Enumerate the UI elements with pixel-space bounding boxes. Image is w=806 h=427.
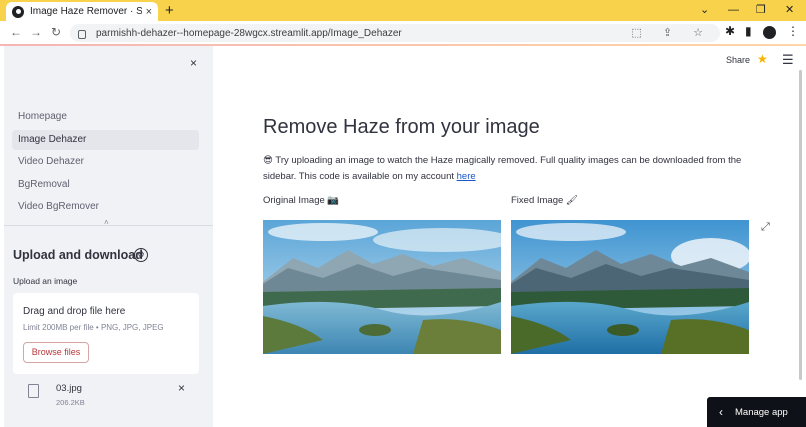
description-text: Try uploading an image to watch the Haze… <box>263 155 742 182</box>
account-link[interactable]: here <box>457 171 476 182</box>
star-icon[interactable]: ★ <box>757 52 768 66</box>
sidebar-item-homepage[interactable]: Homepage <box>12 107 199 127</box>
original-image-caption: Original Image 📷 <box>263 195 340 206</box>
tab-title: Image Haze Remover · Streamlit <box>30 6 142 17</box>
original-image <box>263 220 501 354</box>
uploaded-file-size: 206.2KB <box>56 398 85 407</box>
forward-button[interactable]: → <box>28 24 44 41</box>
sunglasses-emoji: 😎 <box>263 155 273 166</box>
tab-search-icon[interactable]: ⌄ <box>700 2 709 19</box>
app-menu-icon[interactable]: ☰ <box>782 52 794 68</box>
side-panel-icon[interactable]: ▮ <box>745 24 752 38</box>
file-icon <box>28 384 39 398</box>
sidebar-close-icon[interactable]: × <box>190 56 197 70</box>
page-description: 😎 Try uploading an image to watch the Ha… <box>263 153 753 185</box>
gear-icon: ⚙ <box>134 248 148 262</box>
main-content: Share ★ ☰ Remove Haze from your image 😎 … <box>213 46 806 427</box>
sidebar: × Homepage Image Dehazer Video Dehazer B… <box>4 46 213 427</box>
streamlit-favicon-icon <box>12 5 24 18</box>
sidebar-item-video-bgremover[interactable]: Video BgRemover <box>12 197 199 217</box>
browser-window: Image Haze Remover · Streamlit × + ⌄ — ❐… <box>0 0 806 427</box>
browser-tab[interactable]: Image Haze Remover · Streamlit × <box>6 2 158 21</box>
scrollbar[interactable] <box>799 70 802 380</box>
lock-icon <box>78 29 86 39</box>
profile-avatar[interactable] <box>763 26 776 39</box>
page-title: Remove Haze from your image <box>263 116 540 138</box>
restore-button[interactable]: ❐ <box>756 2 766 19</box>
minimize-button[interactable]: — <box>728 2 739 19</box>
back-button[interactable]: ← <box>8 24 24 41</box>
new-tab-button[interactable]: + <box>165 2 174 19</box>
sidebar-heading: Upload and download <box>13 248 143 262</box>
tab-close-icon[interactable]: × <box>146 6 152 18</box>
omnibox-icons[interactable]: ⬚ ⇪ ☆ <box>631 26 712 39</box>
manage-app-button[interactable]: ‹ Manage app <box>707 397 806 427</box>
upload-label: Upload an image <box>13 276 78 286</box>
file-dropzone[interactable]: Drag and drop file here Limit 200MB per … <box>13 293 199 374</box>
sidebar-item-video-dehazer[interactable]: Video Dehazer <box>12 152 199 172</box>
fixed-image <box>511 220 749 354</box>
chevron-left-icon: ‹ <box>719 405 723 419</box>
url-text: parmishh-dehazer--homepage-28wgcx.stream… <box>96 27 402 39</box>
dropzone-title: Drag and drop file here <box>23 306 126 317</box>
manage-app-label: Manage app <box>735 406 788 418</box>
share-button[interactable]: Share <box>726 55 750 65</box>
sidebar-item-image-dehazer[interactable]: Image Dehazer <box>12 130 199 150</box>
uploaded-file-name: 03.jpg <box>56 383 82 394</box>
dropzone-limits: Limit 200MB per file • PNG, JPG, JPEG <box>23 323 164 332</box>
browser-menu-icon[interactable]: ⋮ <box>787 24 799 38</box>
close-window-button[interactable]: ✕ <box>785 2 794 19</box>
remove-file-icon[interactable]: × <box>178 381 185 395</box>
tab-strip: Image Haze Remover · Streamlit × + ⌄ — ❐… <box>0 0 806 21</box>
sidebar-divider <box>4 225 213 226</box>
address-bar[interactable]: parmishh-dehazer--homepage-28wgcx.stream… <box>70 24 720 42</box>
fixed-image-caption: Fixed Image 🖌 <box>511 195 578 206</box>
reload-button[interactable]: ↻ <box>48 24 64 41</box>
extensions-icon[interactable]: ✱ <box>725 24 735 38</box>
browse-files-button[interactable]: Browse files <box>23 342 89 363</box>
fullscreen-icon[interactable]: ⤢ <box>761 221 770 234</box>
sidebar-item-bgremoval[interactable]: BgRemoval <box>12 175 199 195</box>
browser-toolbar: ← → ↻ parmishh-dehazer--homepage-28wgcx.… <box>0 21 806 45</box>
